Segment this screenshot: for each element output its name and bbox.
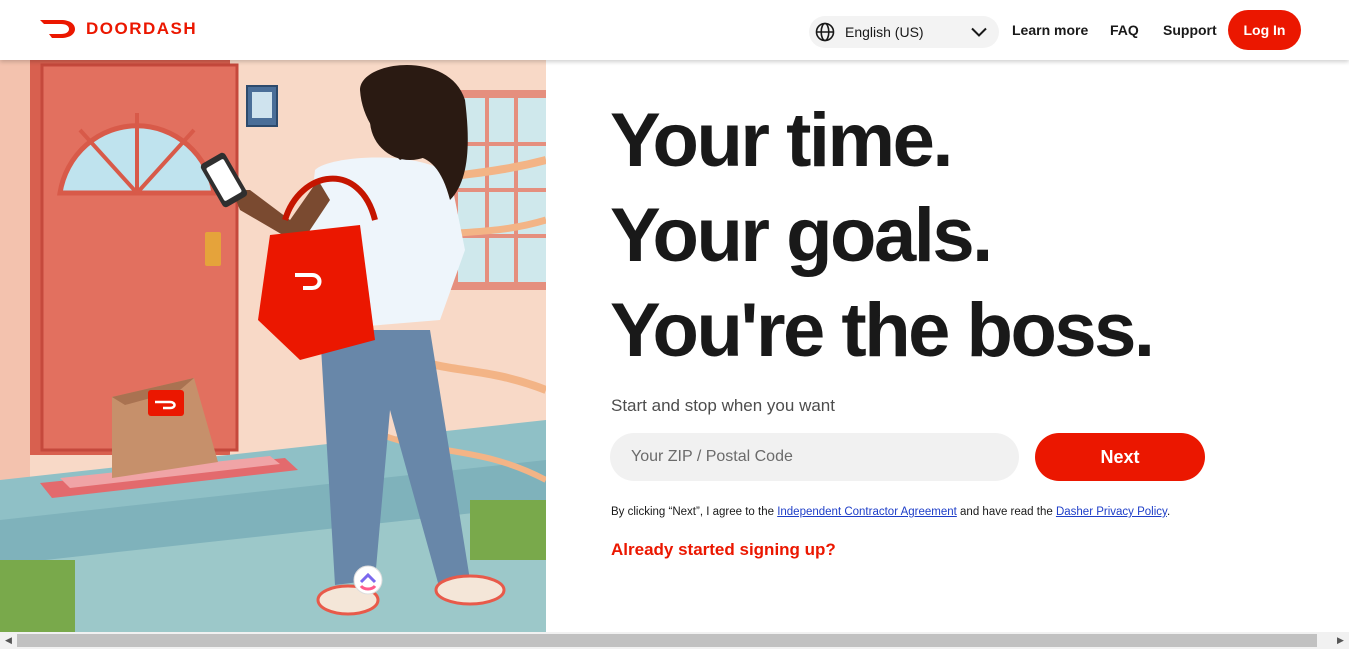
doordash-logo[interactable]: DOORDASH <box>40 18 197 40</box>
learn-more-link[interactable]: Learn more <box>1012 22 1088 38</box>
zip-postal-code-input[interactable] <box>610 433 1019 481</box>
legal-prefix: By clicking “Next”, I agree to the <box>611 506 778 518</box>
horizontal-scrollbar[interactable]: ◀ ▶ <box>0 632 1349 649</box>
chevron-down-icon <box>971 27 987 37</box>
hero-illustration <box>0 60 546 632</box>
scrollbar-thumb[interactable] <box>17 634 1317 647</box>
already-started-signing-up-link[interactable]: Already started signing up? <box>611 540 836 560</box>
login-button[interactable]: Log In <box>1228 10 1301 50</box>
independent-contractor-agreement-link[interactable]: Independent Contractor Agreement <box>777 506 957 518</box>
language-label: English (US) <box>845 24 924 40</box>
headline-line-2: Your goals. <box>610 193 993 278</box>
legal-middle: and have read the <box>956 506 1056 518</box>
legal-suffix: . <box>1166 506 1171 518</box>
legal-disclaimer: By clicking “Next”, I agree to the Indep… <box>611 506 1170 518</box>
logo-text: DOORDASH <box>86 19 198 38</box>
globe-icon <box>815 22 835 42</box>
dasher-delivery-illustration <box>0 60 546 632</box>
faq-link[interactable]: FAQ <box>1110 22 1139 38</box>
subheading: Start and stop when you want <box>611 396 835 415</box>
dasher-privacy-policy-link[interactable]: Dasher Privacy Policy <box>1056 506 1167 518</box>
next-button[interactable]: Next <box>1035 433 1205 481</box>
headline-line-1: Your time. <box>610 98 953 183</box>
headline-line-3: You're the boss. <box>610 288 1155 373</box>
support-link[interactable]: Support <box>1163 22 1217 38</box>
doordash-logo-icon <box>40 20 75 38</box>
scroll-left-icon[interactable]: ◀ <box>0 632 17 649</box>
language-selector[interactable]: English (US) <box>809 16 999 48</box>
top-navigation-bar: DOORDASH English (US) Learn more FAQ Sup… <box>0 0 1349 60</box>
scroll-right-icon[interactable]: ▶ <box>1332 632 1349 649</box>
